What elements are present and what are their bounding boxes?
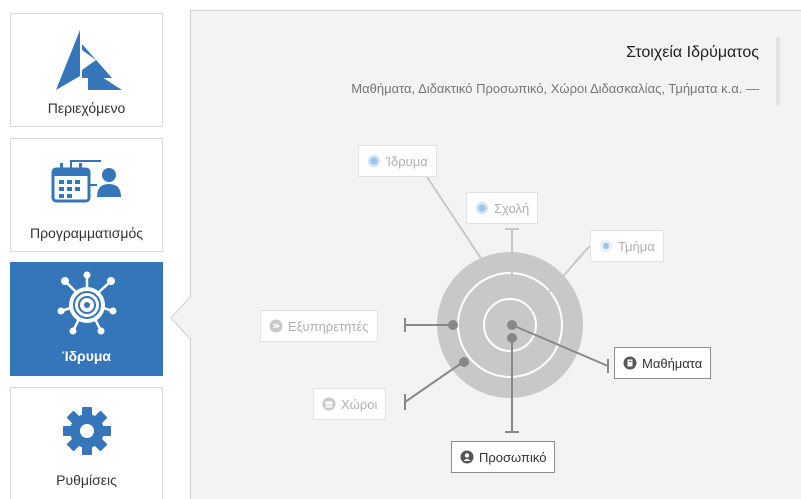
circle-icon [475,201,489,215]
circle-icon [599,239,613,253]
node-department[interactable]: Τμήμα [590,230,664,262]
institution-diagram [404,176,609,433]
user-icon [460,450,474,464]
node-label: Προσωπικό [479,449,547,465]
circle-icon [367,154,381,168]
course-icon [623,356,637,370]
room-icon [322,397,336,411]
node-rooms[interactable]: Χώροι [313,388,387,420]
node-label: Τμήμα [618,238,655,254]
node-servers[interactable]: Εξυπηρετητές [260,310,378,342]
node-staff[interactable]: Προσωπικό [451,441,556,473]
node-label: Χώροι [341,396,378,412]
node-institution[interactable]: Ίδρυμα [358,145,437,177]
node-label: Ίδρυμα [386,153,428,169]
server-icon [269,319,283,333]
node-label: Μαθήματα [642,355,703,371]
node-courses[interactable]: Μαθήματα [614,347,712,379]
node-label: Εξυπηρετητές [288,318,369,334]
node-school[interactable]: Σχολή [466,192,539,224]
node-label: Σχολή [494,200,530,216]
